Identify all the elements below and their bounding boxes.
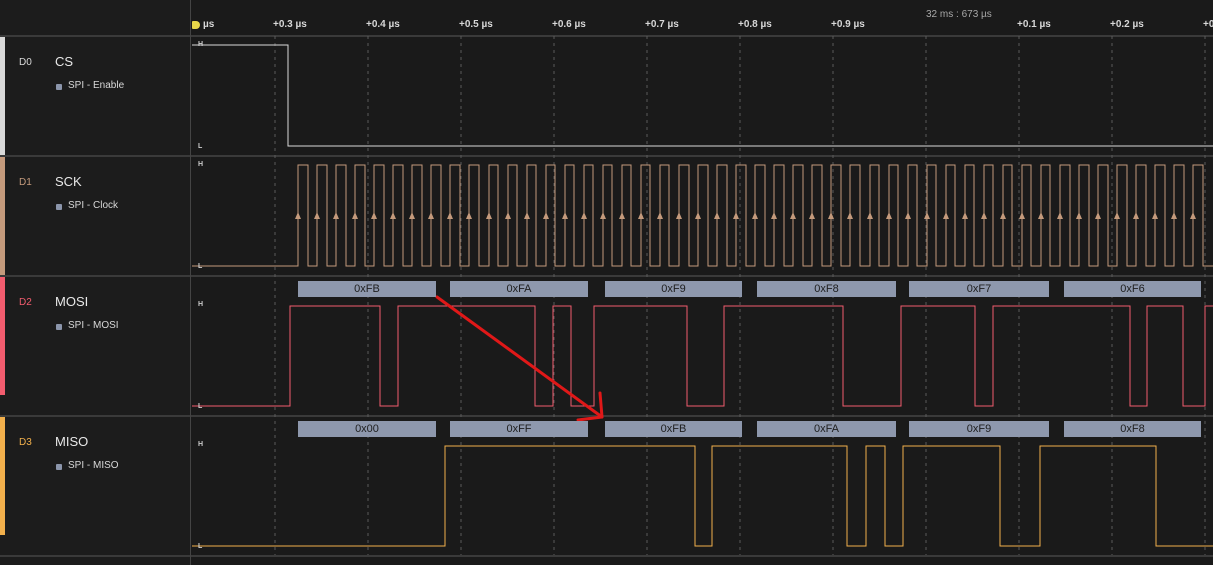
sck-rising-edge-icon: [657, 212, 663, 219]
miso-decode-label[interactable]: 0xFA: [757, 421, 896, 437]
sck-rising-edge-icon: [1057, 212, 1063, 219]
sck-rising-edge-icon: [886, 212, 892, 219]
sck-rising-edge-icon: [428, 212, 434, 219]
sck-rising-edge-icon: [1019, 212, 1025, 219]
sck-rising-edge-icon: [1171, 212, 1177, 219]
level-low-label: L: [198, 263, 203, 270]
sck-rising-edge-icon: [543, 212, 549, 219]
sck-rising-edge-icon: [771, 212, 777, 219]
miso-waveform: [192, 445, 1213, 547]
sck-rising-edge-icon: [1114, 212, 1120, 219]
miso-decode-label[interactable]: 0xF9: [909, 421, 1049, 437]
sck-rising-edge-icon: [524, 212, 530, 219]
level-high-label: H: [198, 441, 204, 448]
mosi-decode-label[interactable]: 0xF9: [605, 281, 742, 297]
sck-rising-edge-icon: [1095, 212, 1101, 219]
sck-rising-edge-icon: [295, 212, 301, 219]
annotation-arrow-line: [435, 295, 604, 419]
level-low-label: L: [198, 143, 203, 150]
mosi-decode-label[interactable]: 0xFA: [450, 281, 588, 297]
sck-rising-edge-icon: [714, 212, 720, 219]
level-high-label: H: [198, 301, 204, 308]
sck-rising-edge-icon: [600, 212, 606, 219]
sck-rising-edge-icon: [333, 212, 339, 219]
sck-rising-edge-icon: [943, 212, 949, 219]
sck-rising-edge-icon: [447, 212, 453, 219]
level-high-label: H: [198, 41, 204, 48]
sck-rising-edge-icon: [409, 212, 415, 219]
sck-rising-edge-icon: [905, 212, 911, 219]
sck-rising-edge-icon: [809, 212, 815, 219]
sck-rising-edge-icon: [752, 212, 758, 219]
miso-decode-label[interactable]: 0xF8: [1064, 421, 1201, 437]
logic-analyzer-window: µs +0.3 µs +0.4 µs +0.5 µs +0.6 µs +0.7 …: [0, 0, 1213, 565]
sck-rising-edge-icon: [1000, 212, 1006, 219]
sck-rising-edge-icon: [962, 212, 968, 219]
sck-rising-edge-icon: [352, 212, 358, 219]
sck-rising-edge-icon: [1133, 212, 1139, 219]
sck-rising-edge-icon: [486, 212, 492, 219]
sck-rising-edge-icon: [619, 212, 625, 219]
sck-rising-edge-icon: [562, 212, 568, 219]
mosi-waveform: [192, 305, 1213, 407]
miso-decode-label[interactable]: 0x00: [298, 421, 436, 437]
sck-rising-edge-icon: [581, 212, 587, 219]
miso-decode-label[interactable]: 0xFB: [605, 421, 742, 437]
mosi-decode-label[interactable]: 0xF8: [757, 281, 896, 297]
cs-waveform: [192, 44, 1213, 147]
level-high-label: H: [198, 161, 204, 168]
sck-rising-edge-icon: [466, 212, 472, 219]
mosi-decode-label[interactable]: 0xF7: [909, 281, 1049, 297]
mosi-decode-label[interactable]: 0xF6: [1064, 281, 1201, 297]
sck-rising-edge-icon: [1190, 212, 1196, 219]
sck-rising-edge-icon: [676, 212, 682, 219]
sck-rising-edge-icon: [790, 212, 796, 219]
sck-rising-edge-icon: [1152, 212, 1158, 219]
sck-rising-edge-icon: [371, 212, 377, 219]
sck-rising-edge-icon: [1076, 212, 1082, 219]
miso-decode-label[interactable]: 0xFF: [450, 421, 588, 437]
sck-rising-edge-icon: [695, 212, 701, 219]
mosi-decode-label[interactable]: 0xFB: [298, 281, 436, 297]
sck-rising-edge-icon: [924, 212, 930, 219]
sck-rising-edge-icon: [390, 212, 396, 219]
sck-rising-edge-icon: [505, 212, 511, 219]
level-low-label: L: [198, 403, 203, 410]
sck-rising-edge-icon: [981, 212, 987, 219]
sck-rising-edge-icon: [638, 212, 644, 219]
sck-rising-edge-icon: [314, 212, 320, 219]
sck-rising-edge-icon: [1038, 212, 1044, 219]
level-low-label: L: [198, 543, 203, 550]
sck-rising-edge-icon: [733, 212, 739, 219]
sck-rising-edge-icon: [867, 212, 873, 219]
sck-rising-edge-icon: [847, 212, 853, 219]
